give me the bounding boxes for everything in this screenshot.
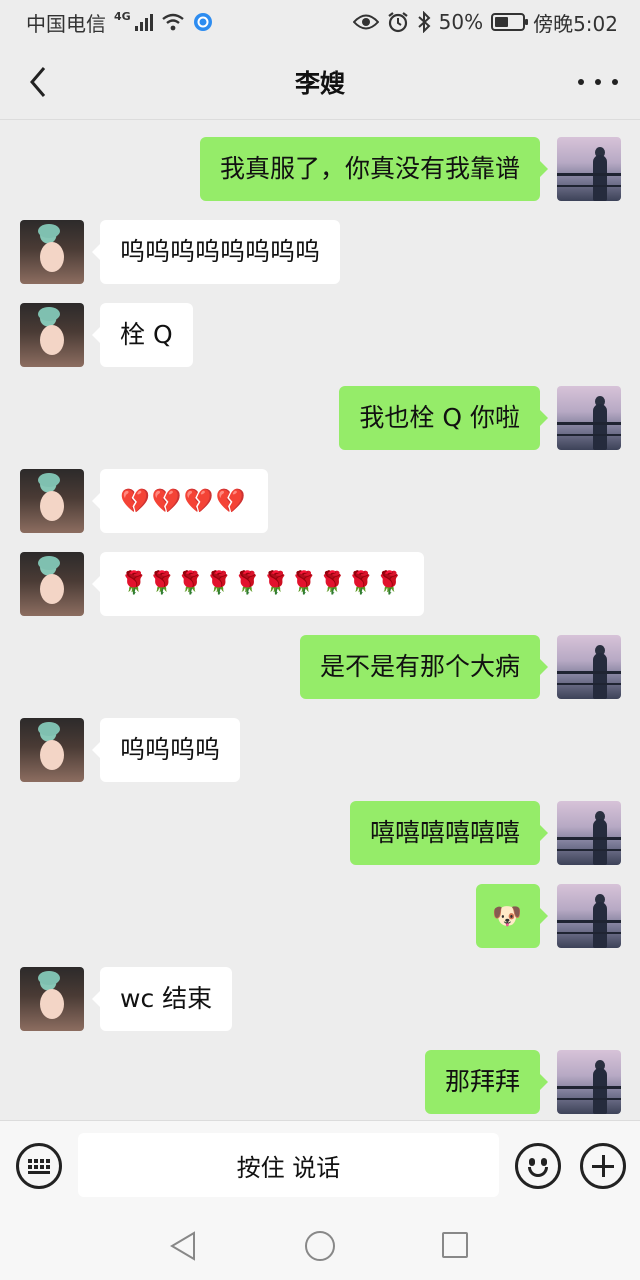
my-avatar[interactable] [557, 137, 621, 201]
signal-icon [134, 13, 153, 31]
message-row: 那拜拜 [0, 1050, 640, 1116]
chat-header: 李嫂 [0, 44, 640, 120]
system-back-icon[interactable] [168, 1230, 198, 1262]
plus-button[interactable] [580, 1143, 626, 1189]
message-row: 是不是有那个大病 [0, 635, 640, 701]
emoji-button[interactable] [515, 1143, 561, 1189]
keyboard-toggle-button[interactable] [16, 1143, 62, 1189]
carrier-label: 中国电信 [26, 11, 106, 36]
message-bubble[interactable]: 栓 Q [92, 303, 193, 367]
contact-avatar[interactable] [20, 552, 84, 616]
system-home-icon[interactable] [305, 1231, 335, 1261]
battery-percent: 50% [438, 10, 484, 34]
my-avatar[interactable] [557, 801, 621, 865]
message-bubble[interactable]: wc 结束 [91, 967, 233, 1031]
message-bubble[interactable]: 我也栓 Q 你啦 [339, 386, 548, 450]
more-icon-dot [595, 79, 601, 85]
status-left: 中国电信 4G [26, 8, 213, 37]
more-button[interactable] [578, 66, 618, 98]
more-icon-dot [612, 79, 618, 85]
message-row: 栓 Q [0, 303, 640, 369]
message-bubble[interactable]: 那拜拜 [424, 1050, 549, 1114]
contact-avatar[interactable] [20, 469, 84, 533]
bluetooth-icon [417, 11, 431, 33]
contact-avatar[interactable] [20, 718, 84, 782]
message-row: 我也栓 Q 你啦 [0, 386, 640, 452]
message-bubble[interactable]: 呜呜呜呜呜呜呜呜 [91, 220, 341, 284]
system-recents-icon[interactable] [442, 1232, 468, 1258]
message-row: 呜呜呜呜 [0, 718, 640, 784]
message-bubble[interactable]: 🐶 [476, 884, 548, 948]
status-right: 50% 傍晚5:02 [352, 8, 618, 37]
message-bubble[interactable]: 呜呜呜呜 [91, 718, 241, 782]
contact-avatar[interactable] [20, 967, 84, 1031]
message-row: 💔💔💔💔 [0, 469, 640, 535]
my-avatar[interactable] [557, 1050, 621, 1114]
message-bubble[interactable]: 💔💔💔💔 [92, 469, 268, 533]
back-button[interactable] [18, 62, 58, 102]
chat-title: 李嫂 [294, 68, 345, 98]
clock: 傍晚5:02 [533, 11, 618, 36]
message-bubble[interactable]: 嘻嘻嘻嘻嘻嘻 [349, 801, 549, 865]
message-row: 🐶 [0, 884, 640, 950]
alarm-icon [387, 12, 408, 33]
back-arrow-icon [30, 67, 46, 97]
hold-to-talk-button[interactable]: 按住 说话 [78, 1133, 499, 1197]
wifi-icon [161, 13, 184, 31]
message-bubble[interactable]: 🌹🌹🌹🌹🌹🌹🌹🌹🌹🌹 [92, 552, 424, 616]
message-bubble[interactable]: 我真服了，你真没有我靠谱 [199, 137, 549, 201]
eye-icon [352, 14, 379, 30]
battery-icon [491, 13, 529, 31]
battery-level [495, 17, 509, 27]
message-row: wc 结束 [0, 967, 640, 1033]
message-list[interactable]: 我真服了，你真没有我靠谱 呜呜呜呜呜呜呜呜 栓 Q 我也栓 Q 你啦 💔💔💔💔 … [0, 121, 640, 1120]
message-row: 呜呜呜呜呜呜呜呜 [0, 220, 640, 286]
input-bar: 按住 说话 [0, 1120, 640, 1212]
network-type: 4G [114, 9, 131, 23]
app-notification-icon [193, 13, 212, 31]
status-bar: 中国电信 4G 50% 傍晚5:02 [0, 0, 640, 44]
message-bubble[interactable]: 是不是有那个大病 [299, 635, 549, 699]
message-row: 嘻嘻嘻嘻嘻嘻 [0, 801, 640, 867]
my-avatar[interactable] [557, 386, 621, 450]
keyboard-voice-icon [28, 1158, 50, 1174]
message-row: 🌹🌹🌹🌹🌹🌹🌹🌹🌹🌹 [0, 552, 640, 618]
my-avatar[interactable] [557, 635, 621, 699]
contact-avatar[interactable] [20, 303, 84, 367]
message-row: 我真服了，你真没有我靠谱 [0, 137, 640, 203]
contact-avatar[interactable] [20, 220, 84, 284]
system-navigation-bar [0, 1212, 640, 1280]
my-avatar[interactable] [557, 884, 621, 948]
more-icon [578, 79, 584, 85]
